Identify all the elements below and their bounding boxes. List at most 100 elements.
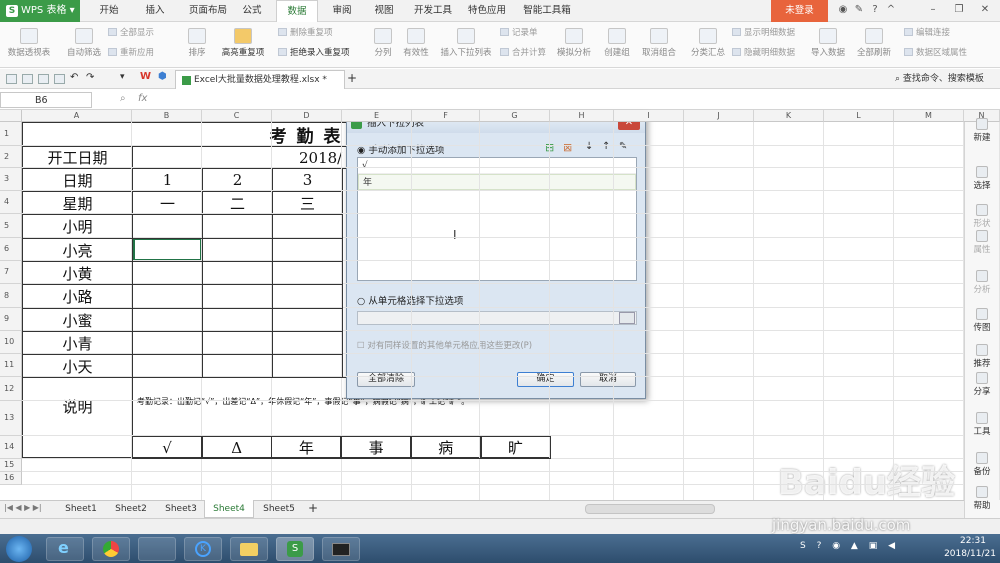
insert-dropdown-button[interactable]: 插入下拉列表	[438, 26, 494, 66]
option-item-editing[interactable]: 年	[358, 174, 636, 190]
save-icon[interactable]	[22, 74, 33, 84]
group-button[interactable]: 创建组	[600, 26, 634, 66]
tab-special[interactable]: 特色应用	[462, 0, 512, 22]
symbol-cell[interactable]: 事	[341, 436, 412, 459]
attendance-cell[interactable]	[132, 284, 203, 309]
sheet-nav-icons[interactable]: |◀ ◀ ▶ ▶|	[4, 503, 42, 512]
wps-home-icon[interactable]: W	[140, 71, 151, 82]
reject-duplicates-button[interactable]: 拒绝录入重复项	[278, 47, 350, 60]
attendance-cell[interactable]	[132, 261, 203, 285]
hide-detail-button[interactable]: 隐藏明细数据	[732, 47, 795, 60]
symbol-cell[interactable]: 年	[271, 436, 342, 459]
side-panel-5[interactable]: 传图	[964, 308, 1000, 333]
options-list[interactable]: √ 年	[357, 157, 637, 281]
show-all-button[interactable]: 全部显示	[108, 27, 154, 40]
column-header[interactable]: M	[894, 110, 964, 122]
attendance-cell[interactable]	[202, 238, 273, 262]
sheet-tab[interactable]: Sheet2	[106, 500, 156, 518]
print-icon[interactable]	[38, 74, 49, 84]
redo-icon[interactable]: ↷	[86, 72, 94, 83]
quick-access-more-icon[interactable]: ▾	[120, 72, 125, 82]
command-search[interactable]: ⌕ 查找命令、搜索模板	[895, 72, 1000, 87]
tab-review[interactable]: 审阅	[324, 0, 360, 22]
sheet-tab[interactable]: Sheet3	[156, 500, 206, 518]
row-header[interactable]: 14	[0, 436, 22, 459]
import-data-button[interactable]: 导入数据	[808, 26, 848, 66]
clear-all-button[interactable]: 全部清除	[357, 372, 415, 387]
column-header[interactable]: D	[272, 110, 342, 122]
column-header[interactable]: G	[480, 110, 550, 122]
sheet-tab[interactable]: Sheet1	[56, 500, 106, 518]
login-button[interactable]: 未登录	[771, 0, 828, 22]
row-header[interactable]: 10	[0, 331, 22, 354]
row-header[interactable]: 9	[0, 308, 22, 331]
tray-icons[interactable]: S ? ◉ ▲ ▣ ◀	[800, 541, 899, 551]
tab-start[interactable]: 开始	[90, 0, 128, 22]
attendance-cell[interactable]	[272, 284, 343, 309]
side-panel-2[interactable]: 形状	[964, 204, 1000, 229]
range-picker-icon[interactable]	[619, 312, 635, 324]
refresh-all-button[interactable]: 全部刷新	[852, 26, 896, 66]
row-header[interactable]: 11	[0, 354, 22, 377]
clock-time[interactable]: 22:31	[948, 536, 998, 546]
row-header[interactable]: 3	[0, 168, 22, 191]
attendance-cell[interactable]	[202, 214, 273, 239]
column-header[interactable]: E	[342, 110, 412, 122]
apply-all-checkbox[interactable]: ☐ 对有同样设置的其他单元格应用这些更改(P)	[357, 339, 532, 351]
column-header[interactable]: A	[22, 110, 132, 122]
attendance-cell[interactable]	[202, 308, 273, 332]
delete-item-icon[interactable]: ⊠	[563, 141, 572, 154]
highlight-duplicates-button[interactable]: 高亮重复项	[216, 26, 270, 66]
recorder-icon[interactable]	[322, 537, 360, 561]
move-up-icon[interactable]: ↑	[602, 141, 610, 152]
what-if-button[interactable]: 模拟分析	[554, 26, 594, 66]
auto-filter-button[interactable]: 自动筛选	[62, 26, 106, 66]
row-header[interactable]: 7	[0, 261, 22, 284]
weekday-cell[interactable]: 二	[202, 191, 273, 215]
split-columns-button[interactable]: 分列	[370, 26, 396, 66]
explorer-icon[interactable]	[230, 537, 268, 561]
row-header[interactable]: 6	[0, 238, 22, 261]
symbol-cell[interactable]: 旷	[480, 436, 551, 459]
print-preview-icon[interactable]	[54, 74, 65, 84]
attendance-cell[interactable]	[272, 308, 343, 332]
sheet-tab[interactable]: Sheet5	[254, 500, 304, 518]
horizontal-scrollbar[interactable]	[585, 504, 715, 514]
side-panel-3[interactable]: 属性	[964, 230, 1000, 255]
weekday-cell[interactable]: 三	[272, 191, 343, 215]
attendance-cell[interactable]	[132, 331, 203, 355]
attendance-cell[interactable]	[272, 261, 343, 285]
open-icon[interactable]	[6, 74, 17, 84]
ok-button[interactable]: 确定	[517, 372, 574, 387]
tab-smart-toolbox[interactable]: 智能工具箱	[516, 0, 578, 22]
attendance-cell[interactable]	[132, 354, 203, 378]
fx-icon[interactable]: fx	[138, 93, 147, 104]
attendance-cell[interactable]	[132, 238, 203, 262]
show-detail-button[interactable]: 显示明细数据	[732, 27, 795, 40]
add-sheet-icon[interactable]: +	[308, 501, 318, 515]
column-header[interactable]: F	[412, 110, 480, 122]
row-header[interactable]: 16	[0, 472, 22, 485]
zoom-icon[interactable]: ⌕	[120, 93, 126, 104]
row-header[interactable]: 12	[0, 377, 22, 401]
row-header[interactable]: 4	[0, 191, 22, 214]
tab-formula[interactable]: 公式	[236, 0, 268, 22]
symbol-cell[interactable]: Δ	[201, 436, 272, 459]
side-panel-7[interactable]: 分享	[964, 372, 1000, 397]
column-header[interactable]: C	[202, 110, 272, 122]
side-panel-0[interactable]: 新建	[964, 118, 1000, 143]
subtotal-button[interactable]: 分类汇总	[686, 26, 730, 66]
attendance-cell[interactable]	[202, 284, 273, 309]
row-header[interactable]: 13	[0, 401, 22, 436]
tab-page-layout[interactable]: 页面布局	[180, 0, 236, 22]
row-header[interactable]: 1	[0, 122, 22, 146]
side-panel-1[interactable]: 选择	[964, 166, 1000, 191]
weekday-cell[interactable]: 一	[132, 191, 203, 215]
option-item[interactable]: √	[358, 158, 636, 174]
attendance-cell[interactable]	[272, 354, 343, 378]
minimize-icon[interactable]: –	[926, 3, 940, 17]
ribbon-collapse-icon[interactable]: ^	[884, 3, 898, 17]
range-properties-button[interactable]: 数据区域属性	[904, 47, 967, 60]
column-header[interactable]: B	[132, 110, 202, 122]
restore-icon[interactable]: ❐	[952, 3, 966, 17]
